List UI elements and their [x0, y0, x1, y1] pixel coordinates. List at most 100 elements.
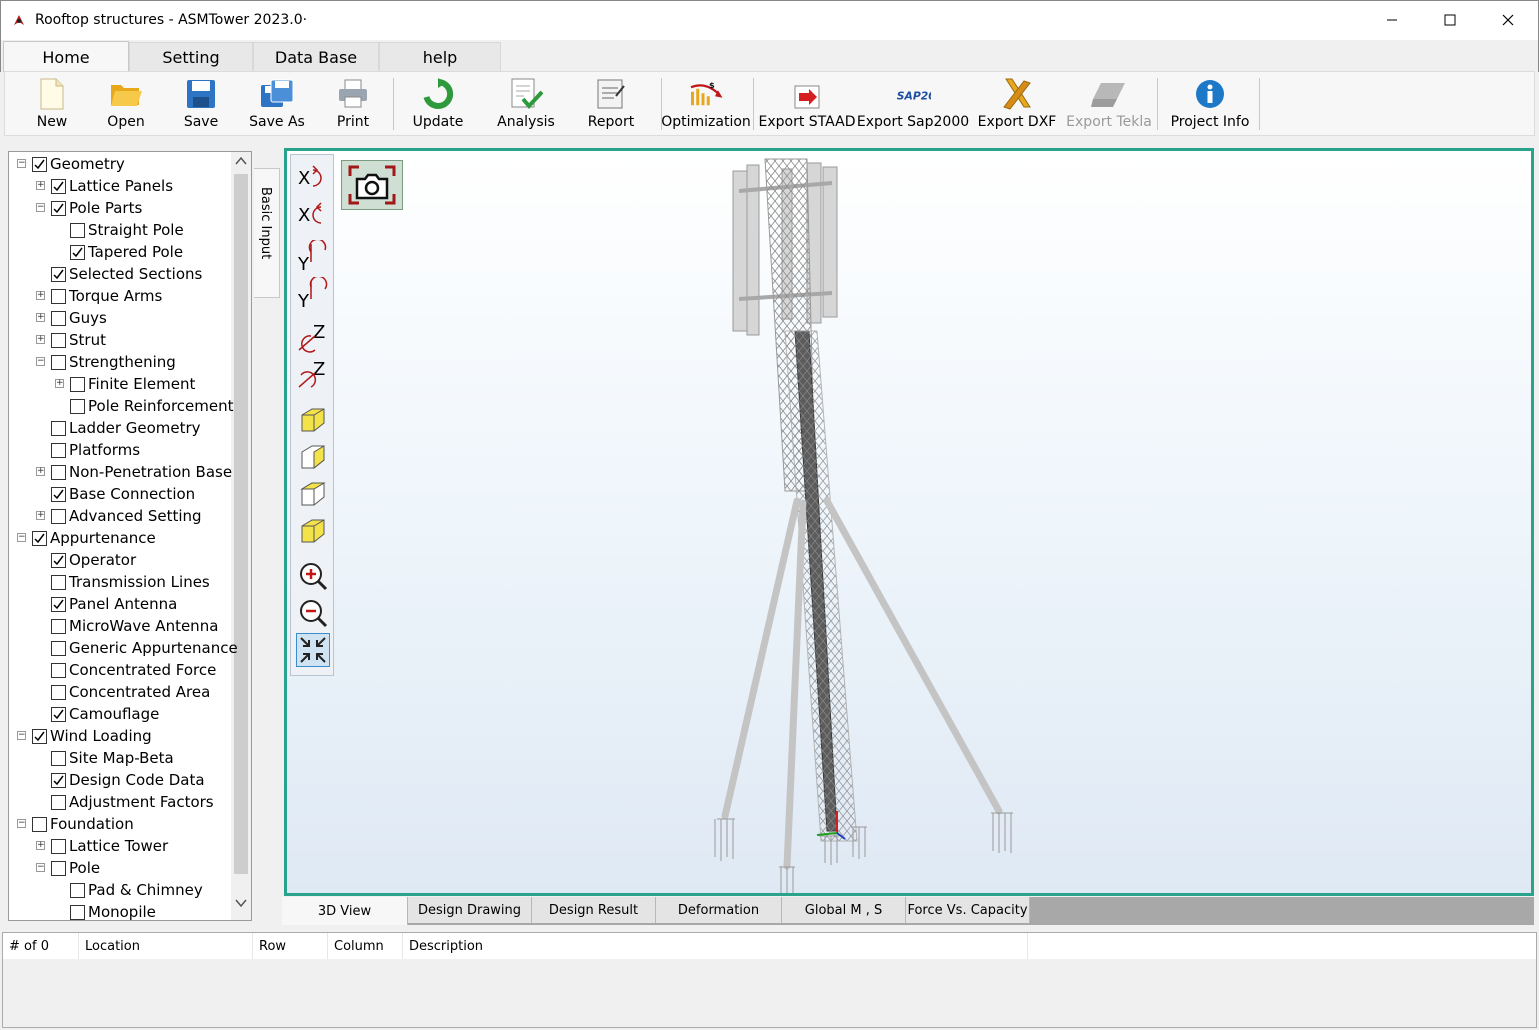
tree-checkbox[interactable]: [51, 662, 66, 678]
tree-item[interactable]: Generic Appurtenance: [51, 637, 238, 659]
tree-checkbox[interactable]: [51, 486, 66, 502]
tree-item[interactable]: Pole Reinforcement: [70, 395, 234, 417]
print-button[interactable]: Print: [327, 72, 379, 136]
tree-item[interactable]: Wind Loading: [32, 725, 152, 747]
tree-item[interactable]: Pad & Chimney: [70, 879, 203, 901]
column-column[interactable]: Column: [328, 933, 403, 959]
tree-checkbox[interactable]: [51, 464, 66, 480]
column-row[interactable]: Row: [253, 933, 328, 959]
tree-item[interactable]: Ladder Geometry: [51, 417, 201, 439]
expand-icon[interactable]: +: [55, 379, 64, 388]
tree-item[interactable]: Appurtenance: [32, 527, 156, 549]
tree-checkbox[interactable]: [51, 706, 66, 722]
tree-checkbox[interactable]: [51, 596, 66, 612]
tree-checkbox[interactable]: [51, 508, 66, 524]
update-button[interactable]: Update: [407, 72, 469, 136]
expand-icon[interactable]: +: [36, 313, 45, 322]
tree-scrollbar[interactable]: [231, 152, 251, 920]
expand-icon[interactable]: +: [36, 291, 45, 300]
collapse-icon[interactable]: −: [17, 819, 26, 828]
tree-checkbox[interactable]: [51, 420, 66, 436]
save-as-button[interactable]: Save As: [245, 72, 309, 136]
open-button[interactable]: Open: [99, 72, 153, 136]
tree-checkbox[interactable]: [51, 574, 66, 590]
tree-checkbox[interactable]: [32, 728, 47, 744]
tree-item[interactable]: Foundation: [32, 813, 134, 835]
tree-item[interactable]: Adjustment Factors: [51, 791, 214, 813]
tree-checkbox[interactable]: [70, 398, 85, 414]
tree-item[interactable]: Platforms: [51, 439, 140, 461]
tree-item[interactable]: Geometry: [32, 153, 125, 175]
tab-3d-view[interactable]: 3D View: [282, 897, 408, 925]
tree-checkbox[interactable]: [70, 882, 85, 898]
new-button[interactable]: New: [25, 72, 79, 136]
tree-item[interactable]: Concentrated Force: [51, 659, 216, 681]
tree-item[interactable]: Guys: [51, 307, 107, 329]
tree-item[interactable]: Strengthening: [51, 351, 176, 373]
tree-item[interactable]: Advanced Setting: [51, 505, 202, 527]
tree-checkbox[interactable]: [51, 266, 66, 282]
tree-item[interactable]: Pole Parts: [51, 197, 142, 219]
tab-design-result[interactable]: Design Result: [532, 897, 656, 923]
tree-checkbox[interactable]: [51, 442, 66, 458]
column-location[interactable]: Location: [79, 933, 253, 959]
tree-checkbox[interactable]: [51, 838, 66, 854]
tree-checkbox[interactable]: [32, 816, 47, 832]
tree-item[interactable]: Non-Penetration Base: [51, 461, 232, 483]
scroll-thumb[interactable]: [234, 174, 248, 874]
scroll-down-icon[interactable]: [235, 898, 247, 908]
tab-design-drawing[interactable]: Design Drawing: [408, 897, 532, 923]
tree-item[interactable]: Site Map-Beta: [51, 747, 174, 769]
column-count[interactable]: # of 0: [3, 933, 79, 959]
tree-item[interactable]: Transmission Lines: [51, 571, 210, 593]
collapse-icon[interactable]: −: [17, 159, 26, 168]
expand-icon[interactable]: +: [36, 467, 45, 476]
maximize-button[interactable]: [1421, 1, 1479, 39]
collapse-icon[interactable]: −: [36, 357, 45, 366]
tree-item[interactable]: Camouflage: [51, 703, 159, 725]
tree-item[interactable]: Concentrated Area: [51, 681, 210, 703]
tree-checkbox[interactable]: [32, 156, 47, 172]
tab-basic-input[interactable]: Basic Input: [254, 168, 280, 298]
tree-checkbox[interactable]: [51, 684, 66, 700]
minimize-button[interactable]: [1363, 1, 1421, 39]
tree-checkbox[interactable]: [51, 310, 66, 326]
tree-item[interactable]: Straight Pole: [70, 219, 184, 241]
input-tree[interactable]: − Geometry + Lattice Panels − Pole Parts Strai…: [8, 151, 252, 921]
collapse-icon[interactable]: −: [17, 533, 26, 542]
tree-checkbox[interactable]: [51, 354, 66, 370]
tree-item[interactable]: Selected Sections: [51, 263, 202, 285]
tree-checkbox[interactable]: [51, 200, 66, 216]
tree-checkbox[interactable]: [51, 794, 66, 810]
tab-force-vs-capacity[interactable]: Force Vs. Capacity: [906, 897, 1030, 923]
collapse-icon[interactable]: −: [36, 863, 45, 872]
tree-item[interactable]: Lattice Tower: [51, 835, 168, 857]
export-tekla-button[interactable]: Export Tekla: [1063, 72, 1155, 136]
tab-global-m-s[interactable]: Global M , S: [782, 897, 906, 923]
column-description[interactable]: Description: [403, 933, 1028, 959]
expand-icon[interactable]: +: [36, 841, 45, 850]
tree-checkbox[interactable]: [70, 222, 85, 238]
expand-icon[interactable]: +: [36, 181, 45, 190]
tree-item[interactable]: Strut: [51, 329, 106, 351]
3d-viewport[interactable]: X X Y Y Z Z: [284, 148, 1534, 896]
tree-checkbox[interactable]: [51, 640, 66, 656]
analysis-button[interactable]: Analysis: [495, 72, 557, 136]
export-staad-button[interactable]: Export STAAD: [757, 72, 857, 136]
tree-item[interactable]: MicroWave Antenna: [51, 615, 218, 637]
tree-item[interactable]: Pole: [51, 857, 100, 879]
tree-item[interactable]: Operator: [51, 549, 136, 571]
tree-checkbox[interactable]: [32, 530, 47, 546]
tab-home[interactable]: Home: [3, 41, 129, 72]
collapse-icon[interactable]: −: [17, 731, 26, 740]
tree-checkbox[interactable]: [70, 904, 85, 920]
tree-item[interactable]: Design Code Data: [51, 769, 205, 791]
tree-checkbox[interactable]: [51, 332, 66, 348]
tab-setting[interactable]: Setting: [129, 42, 253, 72]
export-dxf-button[interactable]: Export DXF: [973, 72, 1061, 136]
optimization-button[interactable]: $ Optimization: [661, 72, 751, 136]
tree-item[interactable]: Finite Element: [70, 373, 195, 395]
tree-checkbox[interactable]: [51, 552, 66, 568]
tree-item[interactable]: Torque Arms: [51, 285, 162, 307]
tree-item[interactable]: Base Connection: [51, 483, 195, 505]
